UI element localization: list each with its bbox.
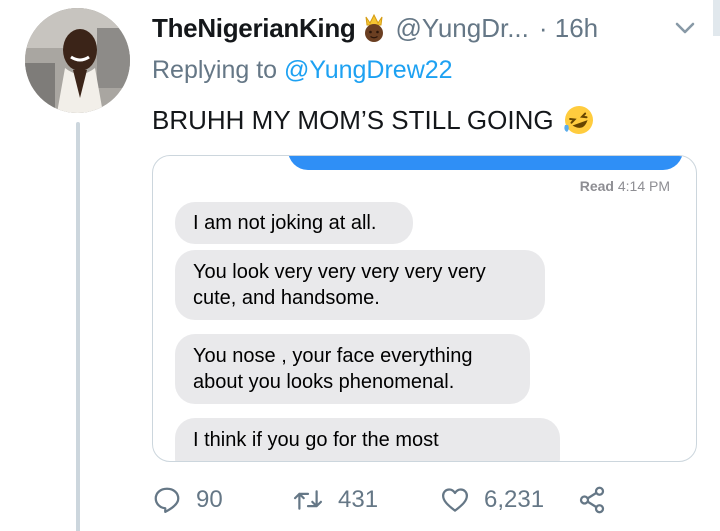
message-line: about you looks phenomenal.: [193, 371, 455, 393]
message-line: I am not joking at all.: [193, 212, 377, 234]
retweet-button[interactable]: 431: [292, 478, 378, 522]
tweet-text: BRUHH MY MOM’S STILL GOING: [152, 104, 554, 135]
thread-line: [76, 122, 80, 531]
scroll-edge: [713, 0, 720, 36]
user-handle[interactable]: @YungDr...: [396, 13, 529, 44]
replying-to-mention[interactable]: @YungDrew22: [284, 56, 453, 84]
received-message-bubble: I think if you go for the most: [175, 418, 560, 461]
read-time: 4:14 PM: [617, 178, 670, 194]
chevron-down-icon[interactable]: [673, 16, 697, 40]
attached-screenshot[interactable]: Read 4:14 PM I am not joking at all. You…: [152, 155, 697, 462]
crown-person-emoji-icon: [360, 13, 388, 43]
read-receipt: Read 4:14 PM: [580, 178, 670, 194]
avatar[interactable]: [25, 8, 130, 113]
heart-icon: [442, 488, 468, 512]
replying-to: Replying to @YungDrew22: [152, 56, 453, 85]
tweet-header: TheNigerianKing @YungDr... · 16h: [152, 10, 598, 46]
replying-prefix: Replying to: [152, 56, 278, 84]
message-line: You look very very very very very: [193, 261, 486, 283]
like-button[interactable]: 6,231: [440, 478, 544, 522]
reply-button[interactable]: 90: [152, 478, 223, 522]
tweet-body: BRUHH MY MOM’S STILL GOING: [152, 103, 596, 137]
sent-message-bubble: [288, 156, 683, 170]
avatar-photo: [25, 8, 130, 113]
share-button[interactable]: [577, 478, 607, 522]
reply-count: 90: [196, 486, 223, 513]
message-line: You nose , your face everything: [193, 345, 473, 367]
received-message-bubble: You nose , your face everything about yo…: [175, 334, 530, 404]
share-icon: [579, 486, 605, 514]
timestamp[interactable]: · 16h: [539, 13, 598, 44]
reply-icon: [154, 487, 180, 513]
received-message-bubble: You look very very very very very cute, …: [175, 250, 545, 320]
read-label: Read: [579, 178, 614, 194]
display-name[interactable]: TheNigerianKing: [152, 13, 356, 44]
retweet-count: 431: [338, 486, 379, 513]
received-message-bubble: I am not joking at all.: [175, 202, 413, 244]
message-line: I think if you go for the most: [193, 429, 439, 451]
message-line: cute, and handsome.: [193, 287, 380, 309]
retweet-icon: [293, 490, 323, 510]
tweet-actions: 90 431 6,231: [152, 478, 622, 522]
like-count: 6,231: [484, 486, 545, 513]
laughing-crying-emoji-icon: [562, 103, 596, 137]
